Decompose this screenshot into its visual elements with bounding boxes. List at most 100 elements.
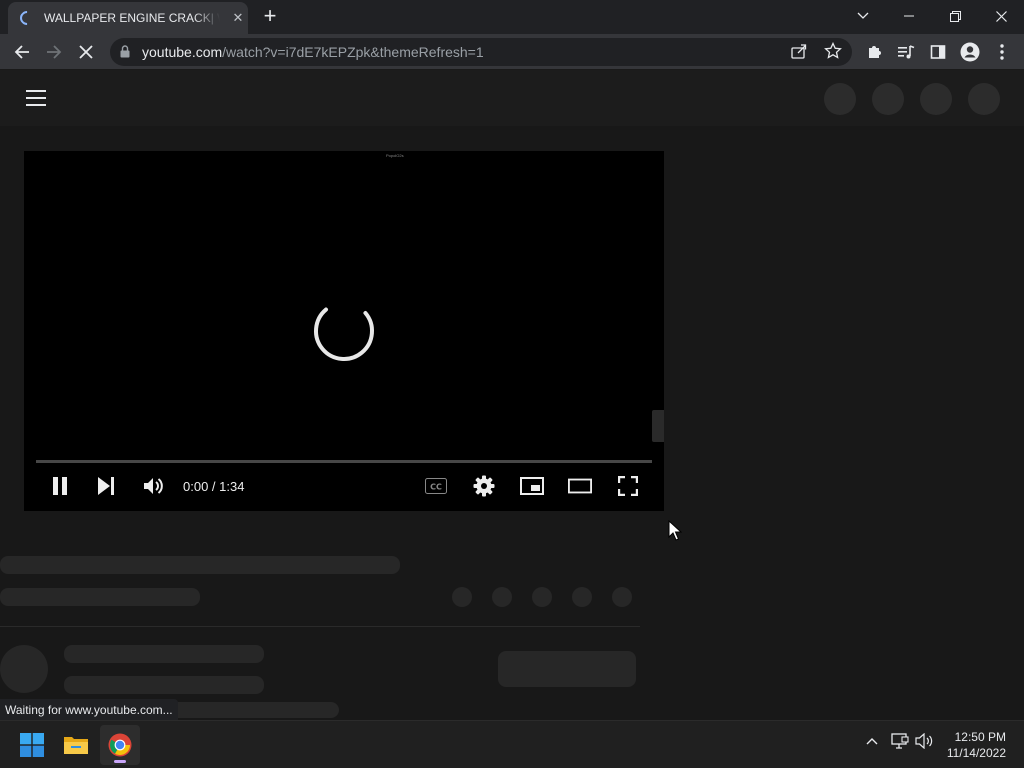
- url-host: youtube.com: [142, 44, 223, 60]
- puzzle-icon: [869, 46, 881, 58]
- share-icon: [791, 44, 807, 59]
- url-text[interactable]: youtube.com/watch?v=i7dE7kEPZpk&themeRef…: [142, 44, 484, 60]
- browser-status-bubble: Waiting for www.youtube.com...: [0, 699, 178, 720]
- section-divider: [0, 626, 640, 627]
- url-path: /watch?v=i7dE7kEPZpk&themeRefresh=1: [222, 44, 484, 60]
- system-clock[interactable]: 12:50 PM 11/14/2022: [947, 729, 1006, 761]
- settings-button[interactable]: [472, 473, 496, 499]
- avatar-skeleton: [0, 645, 48, 693]
- miniplayer-icon: [520, 477, 544, 495]
- folder-icon: [64, 737, 88, 754]
- speaker-icon: [915, 733, 933, 749]
- minimize-icon: [904, 15, 914, 17]
- header-placeholder-circle: [824, 83, 856, 115]
- start-button[interactable]: [12, 725, 52, 765]
- channel-name-skeleton: [64, 645, 264, 663]
- theater-mode-button[interactable]: [568, 473, 592, 499]
- forward-button[interactable]: [40, 38, 68, 66]
- share-button[interactable]: [790, 42, 808, 65]
- gear-icon: [473, 475, 495, 497]
- windows-logo-icon: [20, 733, 44, 757]
- mouse-pointer-icon: [668, 520, 682, 541]
- tab-title: WALLPAPER ENGINE CRACK| WALLPAPER ENGINE…: [44, 11, 220, 25]
- header-placeholder-circle: [920, 83, 952, 115]
- arrow-left-icon: [14, 45, 29, 59]
- bookmark-star-button[interactable]: [824, 41, 842, 65]
- subtitles-button[interactable]: CC: [424, 473, 448, 499]
- hamburger-menu-icon[interactable]: [26, 90, 46, 106]
- profile-button[interactable]: [956, 38, 984, 66]
- close-window-button[interactable]: [978, 0, 1024, 32]
- skip-next-icon: [98, 477, 114, 495]
- video-player[interactable]: PopolO2s 0:00 / 1:34 CC: [24, 151, 664, 511]
- svg-text:CC: CC: [430, 483, 442, 492]
- pause-button[interactable]: [48, 473, 72, 499]
- arrow-right-icon: [47, 45, 62, 59]
- action-skeleton-dot: [492, 587, 512, 607]
- youtube-page: PopolO2s 0:00 / 1:34 CC: [0, 70, 1024, 720]
- restore-button[interactable]: [932, 0, 978, 32]
- lock-icon[interactable]: [120, 45, 130, 58]
- video-progress-bar[interactable]: [36, 460, 652, 463]
- time-display: 0:00 / 1:34: [183, 479, 245, 494]
- network-ethernet-icon: [891, 733, 909, 749]
- new-tab-button[interactable]: +: [258, 5, 282, 29]
- pause-icon: [53, 477, 67, 495]
- browser-tab-strip: WALLPAPER ENGINE CRACK| WALLPAPER ENGINE…: [0, 0, 1024, 34]
- chevron-down-icon: [857, 12, 869, 19]
- playlist-music-icon: [898, 45, 915, 59]
- tab-close-button[interactable]: ✕: [230, 10, 246, 26]
- info-card-tab[interactable]: [652, 410, 664, 442]
- action-skeleton-dot: [572, 587, 592, 607]
- chrome-taskbar-button[interactable]: [100, 725, 140, 765]
- screen: WALLPAPER ENGINE CRACK| WALLPAPER ENGINE…: [0, 0, 1024, 768]
- kebab-menu-icon: [1000, 44, 1004, 60]
- fullscreen-button[interactable]: [616, 473, 640, 499]
- side-panel-icon: [930, 45, 946, 59]
- channel-skeleton: [0, 588, 200, 606]
- action-skeleton-dot: [532, 587, 552, 607]
- stop-loading-button[interactable]: [72, 38, 100, 66]
- address-bar[interactable]: youtube.com/watch?v=i7dE7kEPZpk&themeRef…: [110, 38, 852, 66]
- title-skeleton: [0, 556, 400, 574]
- clock-date: 11/14/2022: [946, 746, 1006, 760]
- back-button[interactable]: [8, 38, 36, 66]
- minimize-button[interactable]: [886, 0, 932, 32]
- miniplayer-button[interactable]: [520, 473, 544, 499]
- browser-toolbar: youtube.com/watch?v=i7dE7kEPZpk&themeRef…: [0, 34, 1024, 70]
- subscriber-skeleton: [64, 676, 264, 694]
- youtube-header: [0, 70, 1024, 126]
- windows-taskbar: 12:50 PM 11/14/2022: [0, 720, 1024, 768]
- side-panel-button[interactable]: [924, 38, 952, 66]
- mute-button[interactable]: [140, 473, 166, 499]
- next-video-button[interactable]: [94, 473, 118, 499]
- chrome-menu-button[interactable]: [988, 38, 1016, 66]
- action-skeleton-dot: [612, 587, 632, 607]
- closed-captions-icon: CC: [425, 478, 447, 494]
- restore-icon: [949, 10, 961, 22]
- loading-spinner-icon: [17, 8, 37, 28]
- player-top-label: PopolO2s: [386, 153, 404, 158]
- show-hidden-icons-button[interactable]: [864, 733, 880, 749]
- active-app-indicator: [114, 760, 126, 763]
- volume-icon: [144, 478, 163, 494]
- theater-mode-icon: [568, 478, 592, 494]
- extensions-button[interactable]: [860, 38, 888, 66]
- stop-x-icon: [79, 45, 93, 59]
- file-explorer-button[interactable]: [56, 725, 96, 765]
- network-button[interactable]: [890, 733, 910, 749]
- browser-tab-active[interactable]: WALLPAPER ENGINE CRACK| WALLPAPER ENGINE…: [8, 2, 248, 34]
- action-skeleton-dot: [452, 587, 472, 607]
- header-placeholder-circle: [872, 83, 904, 115]
- clock-time: 12:50 PM: [954, 730, 1006, 744]
- chevron-up-icon: [866, 738, 878, 745]
- close-icon: [995, 10, 1007, 22]
- subscribe-button-skeleton: [498, 651, 636, 687]
- person-icon: [960, 42, 980, 62]
- buffering-spinner-icon: [314, 307, 374, 361]
- fullscreen-icon: [618, 476, 638, 496]
- volume-tray-button[interactable]: [914, 733, 936, 749]
- header-placeholder-circle: [968, 83, 1000, 115]
- tab-search-button[interactable]: [840, 0, 886, 32]
- media-control-button[interactable]: [892, 38, 920, 66]
